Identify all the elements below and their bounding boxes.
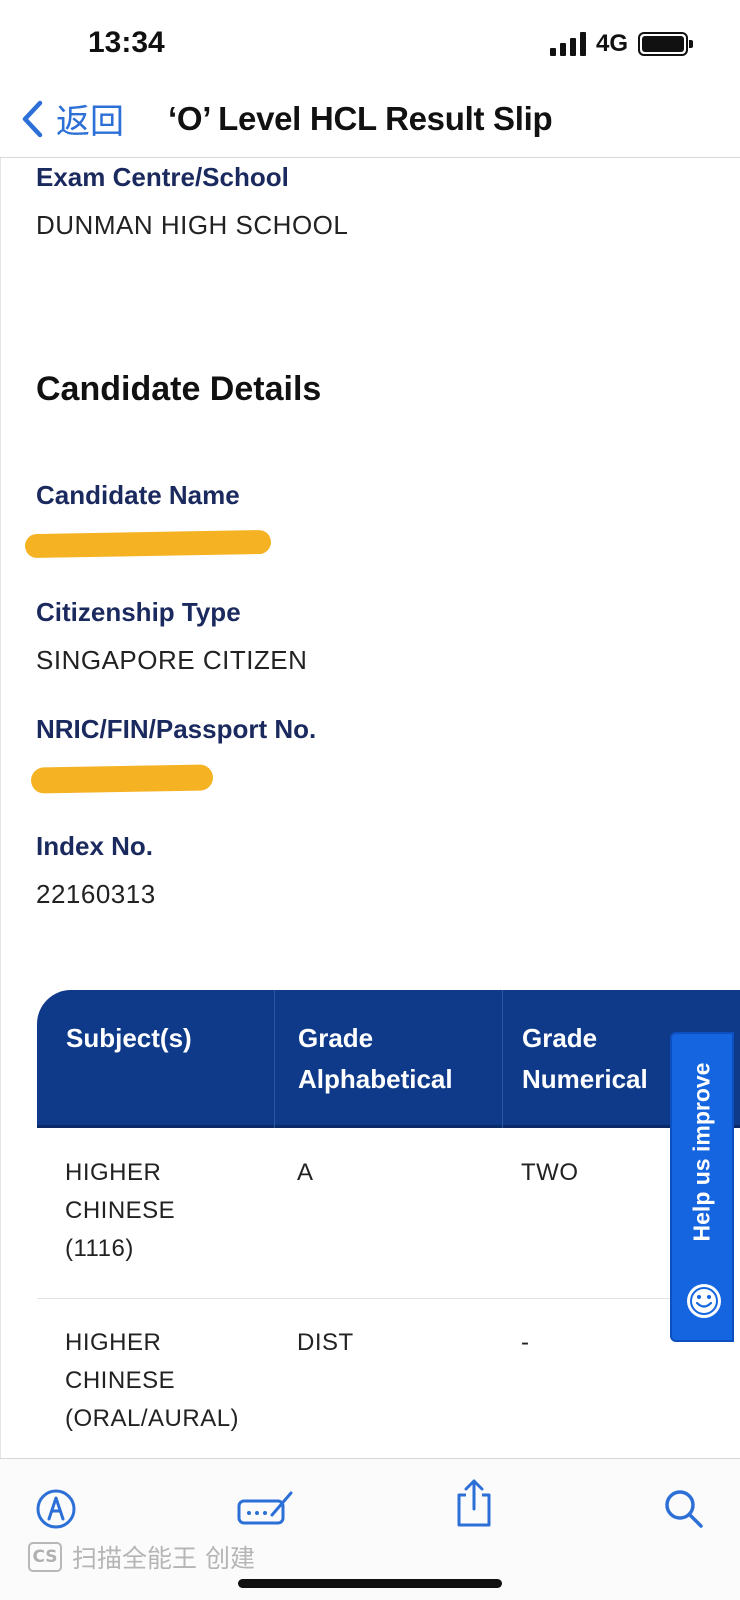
help-us-improve-tab[interactable]: Help us improve xyxy=(670,1032,734,1342)
results-table: Subject(s) Grade Alphabetical Grade Nume… xyxy=(37,990,740,1432)
table-row: HIGHER CHINESE (1116) A TWO xyxy=(37,1154,689,1284)
status-time: 13:34 xyxy=(88,26,165,59)
index-no-value: 22160313 xyxy=(36,879,156,909)
status-bar: 13:34 4G xyxy=(0,0,740,88)
home-indicator[interactable] xyxy=(238,1579,502,1588)
header-subjects: Subject(s) xyxy=(66,1023,192,1053)
index-no-label: Index No. xyxy=(36,831,154,861)
candidate-name-redaction xyxy=(24,529,272,559)
candidate-name-label: Candidate Name xyxy=(36,480,240,510)
grade-num-cell: - xyxy=(521,1329,530,1356)
subject-cell: HIGHER CHINESE (1116) xyxy=(65,1159,176,1262)
markup-icon[interactable] xyxy=(34,1487,78,1531)
search-icon[interactable] xyxy=(664,1487,704,1531)
grade-num-cell: TWO xyxy=(521,1159,579,1186)
citizenship-label: Citizenship Type xyxy=(36,597,241,627)
nav-bar: 返回 ‘O’ Level HCL Result Slip xyxy=(0,88,740,158)
share-icon[interactable] xyxy=(454,1477,494,1529)
back-chevron-icon xyxy=(22,100,43,137)
cs-logo: CS xyxy=(28,1542,62,1572)
scanner-watermark: CS 扫描全能王 创建 xyxy=(28,1539,255,1575)
exam-centre-value: DUNMAN HIGH SCHOOL xyxy=(36,210,349,240)
subject-cell: HIGHER CHINESE (ORAL/AURAL) xyxy=(65,1329,240,1432)
status-indicators: 4G xyxy=(549,30,693,58)
battery-icon xyxy=(638,32,693,56)
bottom-toolbar: CS 扫描全能王 创建 xyxy=(0,1458,740,1600)
watermark-text: 扫描全能王 创建 xyxy=(72,1544,255,1573)
candidate-details-heading: Candidate Details xyxy=(36,370,322,408)
header-grade-alphabetical: Grade Alphabetical xyxy=(298,1023,453,1094)
grade-alpha-cell: DIST xyxy=(297,1329,354,1356)
network-label: 4G xyxy=(595,30,628,57)
signature-icon[interactable] xyxy=(236,1487,296,1531)
row-divider xyxy=(37,1298,689,1299)
table-header: Subject(s) Grade Alphabetical Grade Nume… xyxy=(37,990,740,1128)
page-title: ‘O’ Level HCL Result Slip xyxy=(168,100,553,137)
citizenship-value: SINGAPORE CITIZEN xyxy=(36,645,308,675)
exam-centre-label: Exam Centre/School xyxy=(36,162,289,192)
nric-redaction xyxy=(30,764,214,794)
help-us-improve-label: Help us improve xyxy=(688,1062,715,1242)
back-button[interactable]: 返回 xyxy=(20,94,124,143)
result-slip-content[interactable]: Exam Centre/School DUNMAN HIGH SCHOOL Ca… xyxy=(0,158,740,1458)
signal-icon xyxy=(549,32,586,56)
smiley-icon xyxy=(687,1284,721,1318)
table-row: HIGHER CHINESE (ORAL/AURAL) DIST - xyxy=(37,1324,689,1454)
nric-label: NRIC/FIN/Passport No. xyxy=(36,714,317,744)
back-label: 返回 xyxy=(56,102,124,142)
grade-alpha-cell: A xyxy=(297,1159,314,1186)
